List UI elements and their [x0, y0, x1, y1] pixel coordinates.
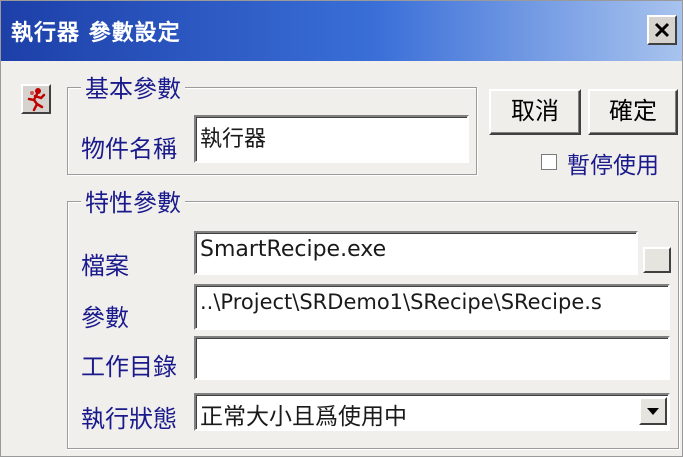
cancel-button[interactable]: 取消	[489, 89, 581, 135]
pause-checkbox[interactable]	[541, 154, 557, 170]
browse-button[interactable]	[643, 247, 671, 273]
workdir-label: 工作目錄	[81, 353, 177, 381]
title-bar[interactable]: 執行器 參數設定	[1, 1, 682, 61]
file-field[interactable]: SmartRecipe.exe	[194, 231, 638, 275]
object-name-field[interactable]: 執行器	[194, 115, 469, 163]
dropdown-arrow-icon	[647, 408, 659, 415]
basic-params-legend: 基本參數	[81, 69, 185, 104]
running-man-icon	[21, 84, 51, 114]
close-button[interactable]	[647, 15, 677, 45]
properties-legend: 特性參數	[81, 183, 185, 218]
file-label: 檔案	[81, 252, 129, 280]
dropdown-button[interactable]	[639, 397, 667, 425]
params-field[interactable]: ..\Project\SRDemo1\SRecipe\SRecipe.s	[194, 284, 670, 330]
pause-checkbox-label[interactable]: 暫停使用	[567, 146, 659, 180]
workdir-field[interactable]	[194, 336, 670, 380]
ok-button[interactable]: 確定	[588, 89, 678, 135]
close-icon	[654, 22, 670, 38]
window-title: 執行器 參數設定	[11, 21, 181, 46]
object-name-label: 物件名稱	[81, 135, 177, 163]
run-state-label: 執行狀態	[81, 405, 177, 433]
params-label: 參數	[81, 304, 129, 332]
dialog-window: 執行器 參數設定 基本參數 物件名稱 執行器 取消 確定 暫停使用 特性參數 檔…	[0, 0, 683, 457]
run-state-select[interactable]: 正常大小且爲使用中	[194, 393, 670, 431]
